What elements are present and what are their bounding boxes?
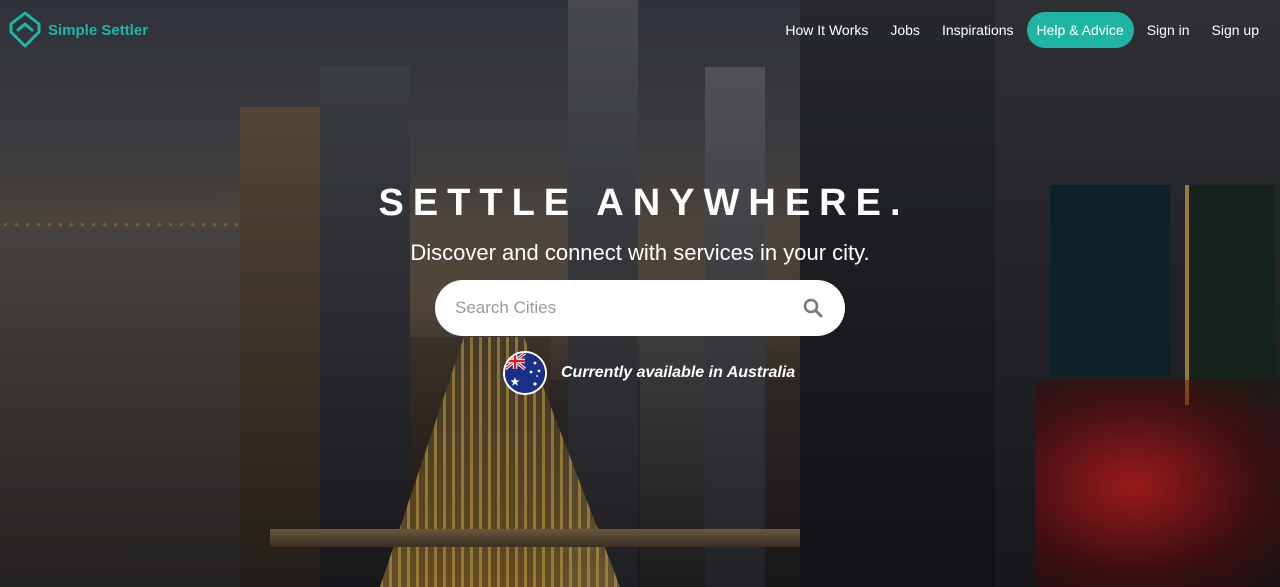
- search-icon[interactable]: [801, 296, 825, 320]
- city-search-bar: [435, 280, 845, 336]
- hero-subheadline: Discover and connect with services in yo…: [410, 240, 870, 265]
- availability-text: Currently available in Australia: [561, 364, 796, 381]
- city-search-input[interactable]: [455, 298, 801, 318]
- hero-headline: SETTLE ANYWHERE.: [378, 182, 910, 224]
- australia-flag-icon[interactable]: [503, 351, 547, 395]
- hero-section: SETTLE ANYWHERE. Discover and connect wi…: [0, 0, 1280, 587]
- availability-notice: Currently available in Australia: [503, 351, 795, 395]
